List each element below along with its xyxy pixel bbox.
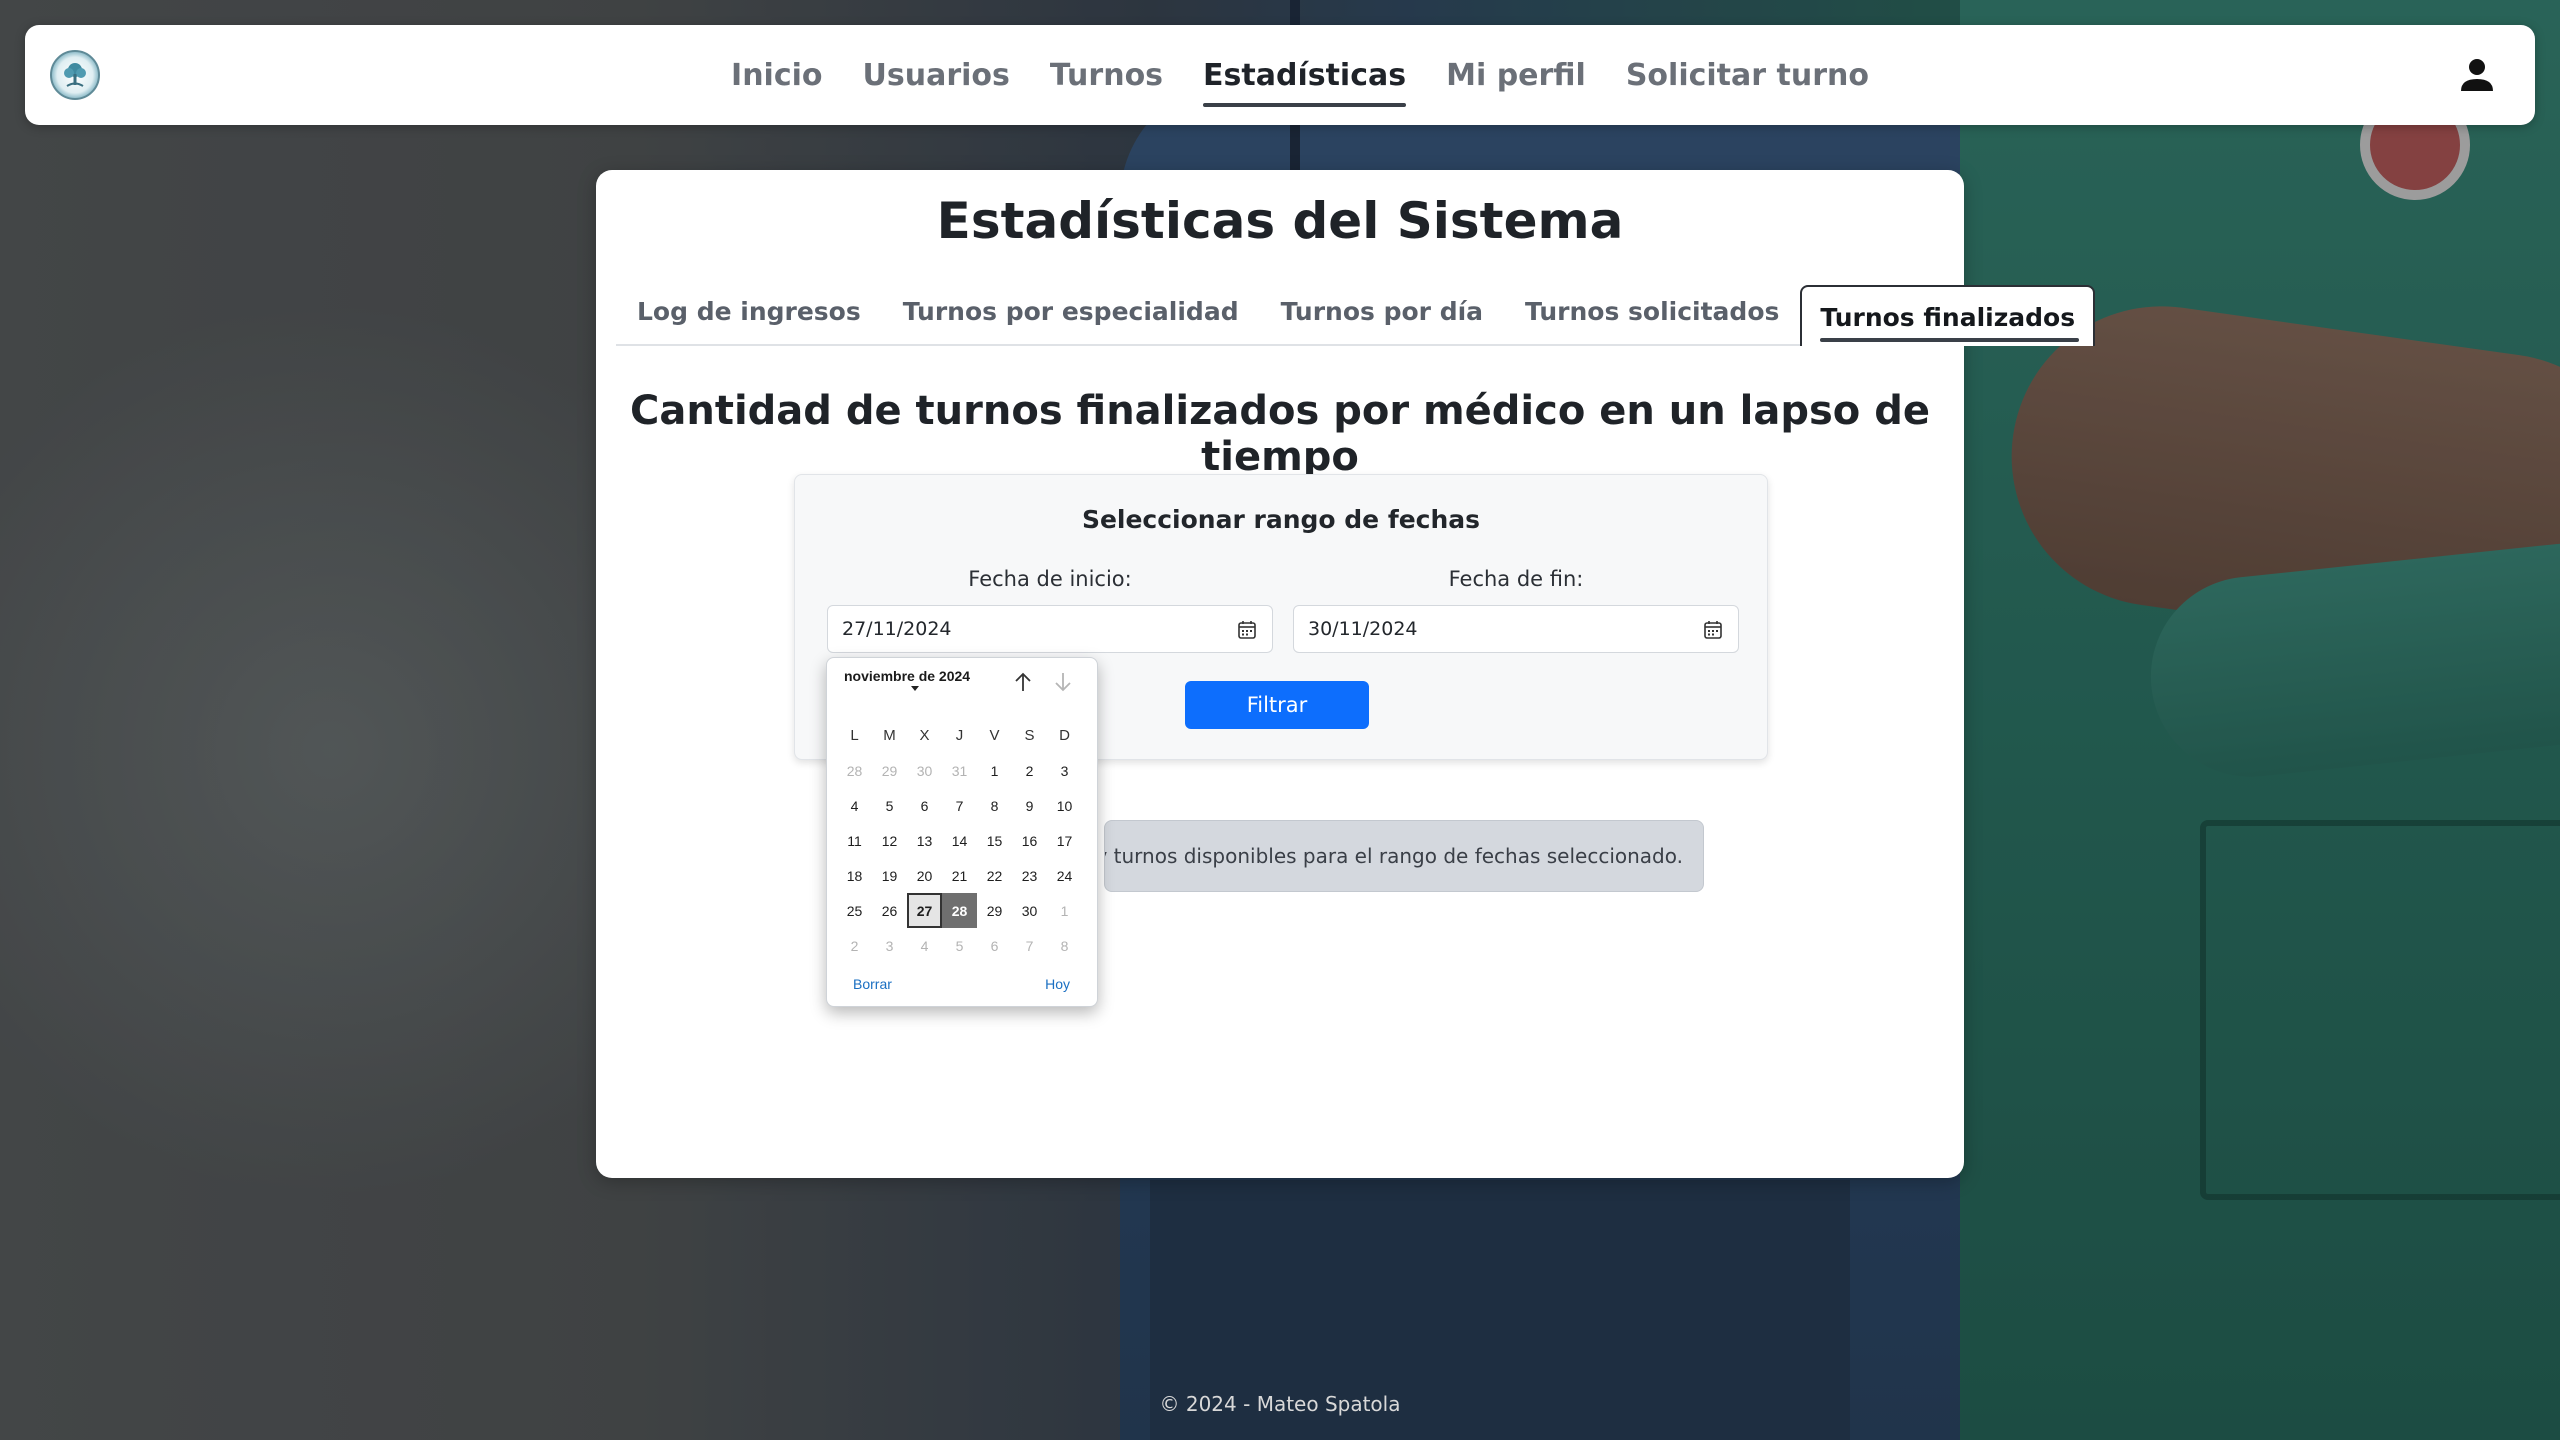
tab-turnos-solicitados[interactable]: Turnos solicitados [1504, 297, 1800, 344]
page-title: Estadísticas del Sistema [936, 192, 1624, 250]
calendar-day[interactable]: 10 [1047, 788, 1082, 823]
date-picker-popup: noviembre de 2024 L M X J V S D 28 29 30… [826, 657, 1098, 1007]
calendar-day[interactable]: 26 [872, 893, 907, 928]
start-date-input[interactable]: 27/11/2024 [827, 605, 1273, 653]
footer-copyright: © 2024 - Mateo Spatola [1159, 1392, 1401, 1416]
calendar-day[interactable]: 25 [837, 893, 872, 928]
calendar-day[interactable]: 29 [977, 893, 1012, 928]
filter-button[interactable]: Filtrar [1185, 681, 1369, 729]
nav-links: Inicio Usuarios Turnos Estadísticas Mi p… [25, 25, 2535, 125]
end-date-value: 30/11/2024 [1308, 618, 1418, 640]
calendar-day[interactable]: 31 [942, 753, 977, 788]
weekday-header: V [989, 727, 1000, 744]
calendar-day[interactable]: 22 [977, 858, 1012, 893]
weekday-header: D [1059, 727, 1070, 744]
weekday-header: L [850, 727, 859, 744]
calendar-day[interactable]: 23 [1012, 858, 1047, 893]
tab-turnos-especialidad[interactable]: Turnos por especialidad [882, 297, 1260, 344]
calendar-day[interactable]: 2 [837, 928, 872, 963]
calendar-day[interactable]: 16 [1012, 823, 1047, 858]
calendar-day[interactable]: 1 [977, 753, 1012, 788]
calendar-day[interactable]: 17 [1047, 823, 1082, 858]
calendar-day[interactable]: 4 [907, 928, 942, 963]
tab-log-ingresos[interactable]: Log de ingresos [616, 297, 882, 344]
calendar-day[interactable]: 3 [1047, 753, 1082, 788]
calendar-day[interactable]: 9 [1012, 788, 1047, 823]
calendar-day[interactable]: 29 [872, 753, 907, 788]
calendar-day-selected[interactable]: 27 [907, 893, 942, 928]
calendar-day[interactable]: 8 [1047, 928, 1082, 963]
calendar-day[interactable]: 12 [872, 823, 907, 858]
calendar-day[interactable]: 5 [942, 928, 977, 963]
calendar-icon[interactable] [1702, 619, 1724, 641]
weekday-header: X [919, 727, 930, 744]
calendar-day[interactable]: 7 [1012, 928, 1047, 963]
calendar-day[interactable]: 13 [907, 823, 942, 858]
tab-turnos-finalizados[interactable]: Turnos finalizados [1800, 285, 2096, 346]
nav-turnos[interactable]: Turnos [1050, 48, 1163, 103]
calendar-day[interactable]: 6 [977, 928, 1012, 963]
calendar-day[interactable]: 24 [1047, 858, 1082, 893]
calendar-day[interactable]: 18 [837, 858, 872, 893]
calendar-clear-button[interactable]: Borrar [853, 976, 892, 992]
calendar-day[interactable]: 1 [1047, 893, 1082, 928]
calendar-day[interactable]: 30 [1012, 893, 1047, 928]
end-date-label: Fecha de fin: [1448, 567, 1584, 591]
calendar-day[interactable]: 4 [837, 788, 872, 823]
weekday-header: S [1024, 727, 1035, 744]
calendar-day[interactable]: 2 [1012, 753, 1047, 788]
calendar-day[interactable]: 30 [907, 753, 942, 788]
section-title: Cantidad de turnos finalizados por médic… [630, 388, 1930, 480]
calendar-day[interactable]: 5 [872, 788, 907, 823]
calendar-day[interactable]: 8 [977, 788, 1012, 823]
calendar-icon[interactable] [1236, 619, 1258, 641]
calendar-grid: L M X J V S D 28 29 30 31 1 2 3 4 5 6 7 … [837, 718, 1083, 963]
calendar-day[interactable]: 19 [872, 858, 907, 893]
date-range-title: Seleccionar rango de fechas [1081, 505, 1481, 534]
calendar-day[interactable]: 14 [942, 823, 977, 858]
arrow-up-icon[interactable] [1011, 670, 1035, 694]
nav-solicitar-turno[interactable]: Solicitar turno [1626, 48, 1869, 103]
calendar-today-button[interactable]: Hoy [1045, 976, 1070, 992]
nav-estadisticas[interactable]: Estadísticas [1203, 48, 1407, 107]
no-data-alert: No hay turnos disponibles para el rango … [1104, 820, 1704, 892]
tab-turnos-dia[interactable]: Turnos por día [1260, 297, 1504, 344]
nav-mi-perfil[interactable]: Mi perfil [1446, 48, 1586, 103]
weekday-header: J [955, 727, 964, 744]
calendar-day[interactable]: 21 [942, 858, 977, 893]
calendar-month-label[interactable]: noviembre de 2024 [844, 668, 970, 684]
arrow-down-icon[interactable] [1051, 670, 1075, 694]
calendar-day[interactable]: 28 [837, 753, 872, 788]
navbar: Inicio Usuarios Turnos Estadísticas Mi p… [25, 25, 2535, 125]
calendar-day[interactable]: 3 [872, 928, 907, 963]
calendar-day[interactable]: 7 [942, 788, 977, 823]
start-date-label: Fecha de inicio: [968, 567, 1132, 591]
calendar-day[interactable]: 6 [907, 788, 942, 823]
nav-usuarios[interactable]: Usuarios [863, 48, 1010, 103]
month-dropdown-caret-icon[interactable] [911, 686, 919, 691]
calendar-day[interactable]: 15 [977, 823, 1012, 858]
start-date-value: 27/11/2024 [842, 618, 952, 640]
calendar-day[interactable]: 20 [907, 858, 942, 893]
stats-tabs: Log de ingresos Turnos por especialidad … [616, 280, 2096, 346]
nav-inicio[interactable]: Inicio [731, 48, 822, 103]
calendar-day[interactable]: 11 [837, 823, 872, 858]
end-date-input[interactable]: 30/11/2024 [1293, 605, 1739, 653]
weekday-header: M [883, 727, 896, 744]
user-icon[interactable] [2457, 55, 2497, 95]
statistics-card: Estadísticas del Sistema Log de ingresos… [596, 170, 2096, 1178]
calendar-day-in-range[interactable]: 28 [942, 893, 977, 928]
